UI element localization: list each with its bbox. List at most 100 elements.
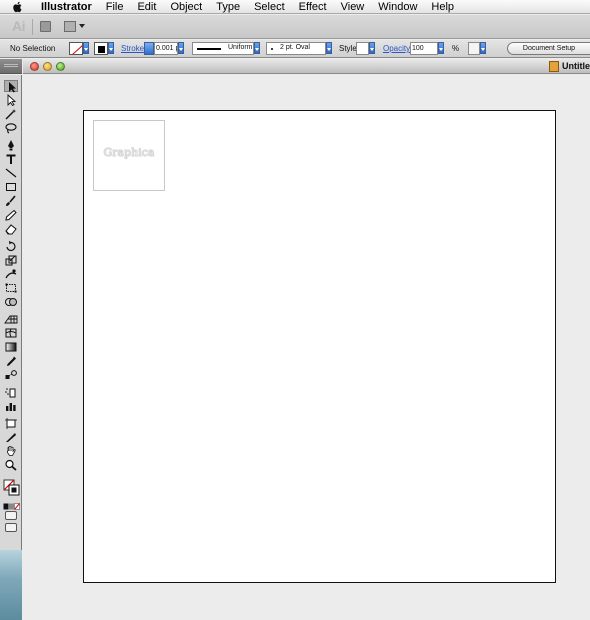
hand-icon: [6, 446, 16, 456]
fill-color-dropdown[interactable]: [83, 42, 89, 54]
select-similar-objects-button[interactable]: [468, 42, 480, 55]
close-window-button[interactable]: [30, 62, 39, 71]
gradient-tool[interactable]: [4, 341, 18, 353]
fill-stroke-icon: [3, 479, 20, 496]
document-setup-button[interactable]: Document Setup: [507, 42, 590, 55]
stroke-weight-stepper[interactable]: [144, 42, 154, 55]
color-mode-buttons[interactable]: [3, 501, 20, 510]
paintbrush-icon: [6, 195, 16, 206]
brush-definition-select[interactable]: 2 pt. Oval: [266, 42, 326, 55]
menu-effect[interactable]: Effect: [292, 0, 334, 14]
graphic-style-dropdown[interactable]: [369, 42, 375, 54]
magic-wand-tool[interactable]: [4, 108, 18, 120]
fill-stroke-widget[interactable]: [3, 479, 20, 496]
application-bar: Ai: [0, 15, 590, 39]
column-graph-tool[interactable]: [4, 400, 18, 412]
menu-edit[interactable]: Edit: [130, 0, 163, 14]
type-icon: [6, 154, 16, 164]
menu-file[interactable]: File: [99, 0, 131, 14]
app-bar-divider: [32, 19, 33, 35]
warp-tool[interactable]: [4, 268, 18, 280]
variable-width-profile-select[interactable]: Uniform: [192, 42, 254, 55]
apple-menu-icon[interactable]: [12, 1, 24, 13]
go-to-bridge-button[interactable]: [40, 21, 51, 32]
fill-color-swatch[interactable]: [69, 42, 83, 55]
brush-dropdown[interactable]: [326, 42, 332, 54]
slice-icon: [6, 433, 16, 442]
arrange-documents-chevron-down-icon[interactable]: [79, 24, 85, 28]
perspective-grid-tool[interactable]: [4, 313, 18, 325]
direct-selection-tool[interactable]: [4, 94, 18, 106]
pencil-tool[interactable]: [4, 209, 18, 221]
type-tool[interactable]: [4, 153, 18, 165]
tools-panel: [0, 75, 22, 550]
control-panel: No Selection Stroke 0.001 pt Uniform 2 p…: [0, 40, 590, 58]
symbol-sprayer-tool[interactable]: [4, 386, 18, 398]
hand-tool[interactable]: [4, 445, 18, 457]
warp-icon: [5, 269, 17, 279]
select-similar-dropdown[interactable]: [480, 42, 486, 54]
stroke-weight-field[interactable]: 0.001 pt: [154, 42, 178, 55]
profile-line-preview: [197, 48, 221, 50]
pen-icon: [8, 140, 14, 151]
opacity-field[interactable]: 100: [410, 42, 438, 55]
magic-wand-icon: [5, 109, 17, 120]
rotate-icon: [6, 240, 16, 252]
lasso-tool[interactable]: [4, 122, 18, 134]
menu-object[interactable]: Object: [163, 0, 209, 14]
lasso-icon: [5, 123, 17, 134]
zoom-icon: [5, 459, 17, 471]
placed-graphic[interactable]: Graphica: [93, 120, 165, 191]
stroke-panel-link[interactable]: Stroke: [121, 44, 144, 53]
screen-mode-button[interactable]: [5, 523, 17, 532]
minimize-window-button[interactable]: [43, 62, 52, 71]
graphic-style-swatch[interactable]: [356, 42, 369, 55]
stroke-weight-dropdown[interactable]: [178, 42, 184, 54]
tools-panel-header[interactable]: [0, 59, 22, 74]
menu-view[interactable]: View: [334, 0, 372, 14]
column-graph-icon: [6, 403, 16, 411]
free-transform-icon: [5, 283, 17, 293]
free-transform-tool[interactable]: [4, 282, 18, 294]
shape-builder-tool[interactable]: [4, 296, 18, 308]
document-title: Untitled: [562, 61, 590, 71]
opacity-dropdown[interactable]: [438, 42, 444, 54]
pen-tool[interactable]: [4, 139, 18, 151]
paintbrush-tool[interactable]: [4, 195, 18, 207]
menu-type[interactable]: Type: [209, 0, 247, 14]
scale-icon: [5, 255, 17, 266]
stroke-color-dropdown[interactable]: [108, 42, 114, 54]
symbol-sprayer-icon: [5, 388, 16, 398]
blend-tool[interactable]: [4, 369, 18, 381]
stroke-color-swatch[interactable]: [94, 42, 108, 55]
selection-tool[interactable]: [4, 80, 18, 93]
rotate-tool[interactable]: [4, 240, 18, 252]
artboard-tool[interactable]: [4, 417, 18, 429]
menu-app-name[interactable]: Illustrator: [34, 0, 99, 14]
gradient-icon: [5, 342, 17, 352]
mesh-tool[interactable]: [4, 327, 18, 339]
line-segment-tool[interactable]: [4, 167, 18, 179]
zoom-window-button[interactable]: [56, 62, 65, 71]
placed-graphic-text: Graphica: [103, 146, 155, 159]
draw-mode-button[interactable]: [5, 511, 17, 520]
menu-help[interactable]: Help: [424, 0, 461, 14]
eyedropper-tool[interactable]: [4, 355, 18, 367]
profile-dropdown[interactable]: [254, 42, 260, 54]
zoom-tool[interactable]: [4, 459, 18, 471]
opacity-panel-link[interactable]: Opacity: [383, 44, 410, 53]
panel-grip-icon[interactable]: [4, 64, 18, 65]
scale-tool[interactable]: [4, 254, 18, 266]
slice-tool[interactable]: [4, 431, 18, 443]
desktop-background: [0, 550, 22, 620]
shape-builder-icon: [5, 298, 17, 306]
eraser-tool[interactable]: [4, 223, 18, 235]
rectangle-tool[interactable]: [4, 181, 18, 193]
menu-select[interactable]: Select: [247, 0, 292, 14]
profile-label: Uniform: [228, 44, 253, 51]
arrange-documents-button[interactable]: [64, 21, 76, 32]
opacity-percent-sign: %: [452, 44, 460, 53]
menu-window[interactable]: Window: [371, 0, 424, 14]
document-title-bar[interactable]: Untitled: [23, 59, 590, 74]
document-proxy-icon[interactable]: [549, 61, 559, 72]
